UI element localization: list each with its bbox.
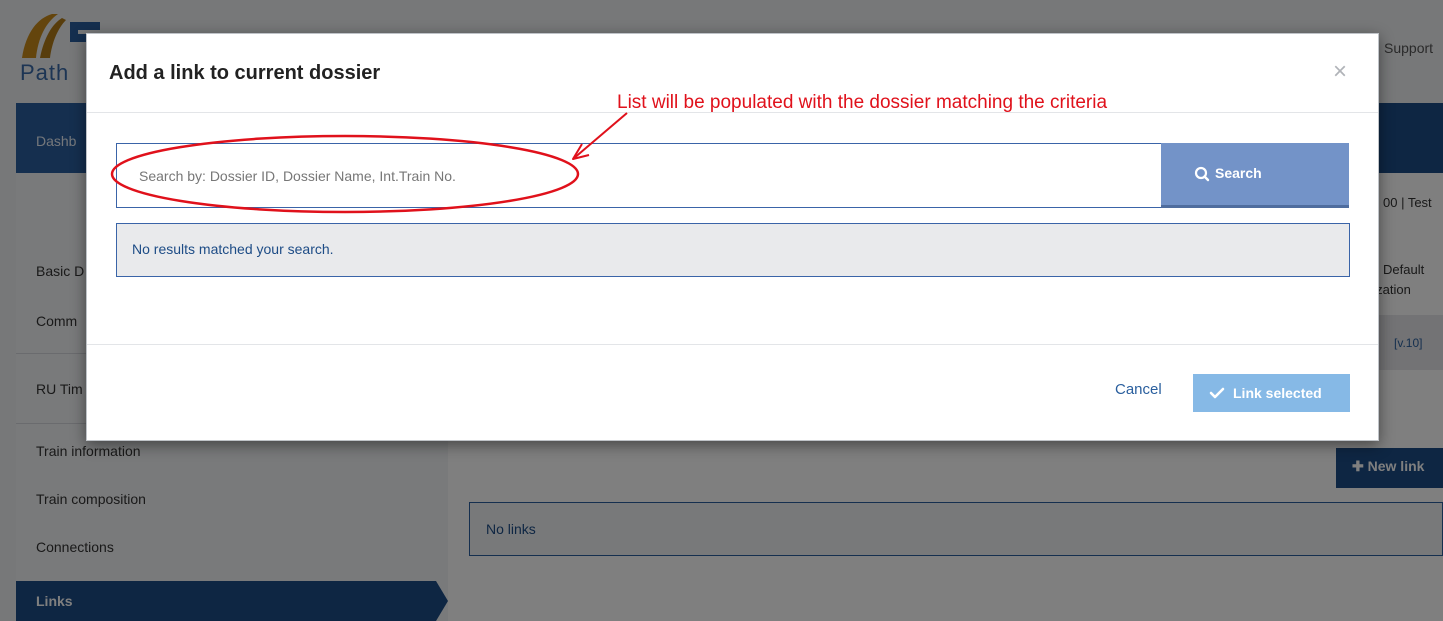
modal-footer-divider — [87, 344, 1378, 345]
search-button[interactable]: Search — [1161, 143, 1349, 208]
search-input[interactable] — [116, 143, 1162, 208]
close-icon[interactable]: × — [1333, 58, 1347, 86]
search-icon — [1194, 166, 1210, 182]
modal-title: Add a link to current dossier — [109, 62, 381, 84]
check-icon — [1209, 387, 1225, 399]
search-button-label: Search — [1215, 165, 1262, 181]
cancel-button[interactable]: Cancel — [1115, 381, 1162, 398]
results-message: No results matched your search. — [116, 223, 1350, 277]
link-selected-button[interactable]: Link selected — [1193, 374, 1350, 412]
link-selected-label: Link selected — [1233, 385, 1322, 401]
annotation-text: List will be populated with the dossier … — [617, 92, 1108, 113]
